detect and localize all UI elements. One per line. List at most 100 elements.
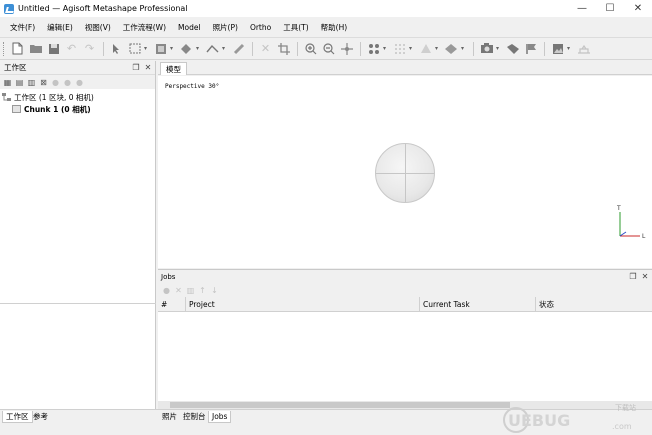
axis-z-label: T bbox=[616, 205, 621, 212]
draw-dropdown-icon[interactable]: ▾ bbox=[222, 45, 227, 52]
trackball-sphere[interactable] bbox=[375, 143, 435, 203]
draw-polyline-icon[interactable] bbox=[204, 40, 221, 57]
menu-workflow[interactable]: 工作流程(W) bbox=[119, 22, 170, 33]
main-toolbar: ↶ ↷ ▾ ▾ ▾ ▾ ✕ ▾ ▾ ▾ ▾ ▾ ▾ bbox=[0, 38, 652, 60]
dense-cloud-icon[interactable] bbox=[391, 40, 408, 57]
axis-indicator: T L bbox=[616, 205, 646, 240]
model-tab-bar: 模型 bbox=[158, 61, 652, 75]
chunk-item[interactable]: Chunk 1 (0 相机) bbox=[0, 103, 155, 115]
zoom-out-icon[interactable] bbox=[320, 40, 337, 57]
tab-workspace[interactable]: 工作区 bbox=[2, 411, 33, 423]
workspace-icon bbox=[2, 93, 11, 101]
mesh-dropdown-icon[interactable]: ▾ bbox=[435, 45, 440, 52]
close-panel-icon[interactable]: ✕ bbox=[640, 272, 650, 282]
merge-chunks-icon[interactable]: ● bbox=[74, 77, 85, 88]
zoom-in-icon[interactable] bbox=[302, 40, 319, 57]
menu-tools[interactable]: 工具(T) bbox=[279, 22, 312, 33]
region-dropdown-icon[interactable]: ▾ bbox=[170, 45, 175, 52]
workspace-tree: 工作区 (1 区块, 0 相机) Chunk 1 (0 相机) bbox=[0, 89, 155, 115]
watermark-caption: 下载站 bbox=[615, 403, 636, 412]
tab-photos[interactable]: 照片 bbox=[159, 411, 180, 423]
menu-help[interactable]: 帮助(H) bbox=[317, 22, 352, 33]
watermark-brand: UEBUG bbox=[508, 411, 570, 430]
tab-model[interactable]: 模型 bbox=[160, 62, 187, 75]
menu-file[interactable]: 文件(F) bbox=[6, 22, 39, 33]
toolbar-separator bbox=[252, 41, 253, 56]
menu-model[interactable]: Model bbox=[174, 23, 205, 32]
chunk-icon bbox=[12, 105, 21, 113]
menu-bar: 文件(F) 编辑(E) 视图(V) 工作流程(W) Model 照片(P) Or… bbox=[0, 17, 652, 38]
navigation-cursor-icon[interactable] bbox=[108, 40, 125, 57]
toolbar-separator bbox=[360, 41, 361, 56]
reset-view-icon[interactable] bbox=[338, 40, 355, 57]
column-project[interactable]: Project bbox=[186, 297, 420, 311]
resize-region-icon[interactable] bbox=[152, 40, 169, 57]
selection-dropdown-icon[interactable]: ▾ bbox=[144, 45, 149, 52]
open-folder-icon[interactable] bbox=[27, 40, 44, 57]
dense-cloud-dropdown-icon[interactable]: ▾ bbox=[409, 45, 414, 52]
column-number[interactable]: # bbox=[158, 297, 186, 311]
point-cloud-icon[interactable] bbox=[365, 40, 382, 57]
stop-job-icon[interactable]: ✕ bbox=[173, 285, 184, 296]
crop-selection-icon[interactable] bbox=[275, 40, 292, 57]
images-dropdown-icon[interactable]: ▾ bbox=[567, 45, 572, 52]
new-document-icon[interactable] bbox=[9, 40, 26, 57]
move-job-up-icon[interactable]: ↑ bbox=[197, 285, 208, 296]
panel-splitter[interactable] bbox=[0, 303, 156, 304]
close-panel-icon[interactable]: ✕ bbox=[143, 63, 153, 73]
enable-camera-icon[interactable]: ● bbox=[50, 77, 61, 88]
minimize-button[interactable]: — bbox=[568, 0, 596, 17]
delete-selection-icon[interactable]: ✕ bbox=[257, 40, 274, 57]
show-images-icon[interactable] bbox=[549, 40, 566, 57]
camera-icon[interactable] bbox=[478, 40, 495, 57]
mesh-icon[interactable] bbox=[417, 40, 434, 57]
redo-icon[interactable]: ↷ bbox=[81, 40, 98, 57]
model-viewport[interactable]: Perspective 30° T L bbox=[158, 76, 652, 268]
float-panel-icon[interactable]: ❐ bbox=[131, 63, 141, 73]
rectangle-selection-icon[interactable] bbox=[126, 40, 143, 57]
window-title: Untitled — Agisoft Metashape Professiona… bbox=[18, 4, 188, 13]
add-folder-icon[interactable]: ▥ bbox=[26, 77, 37, 88]
title-bar: Untitled — Agisoft Metashape Professiona… bbox=[0, 0, 652, 17]
toolbar-grip[interactable] bbox=[3, 41, 6, 56]
toolbar-separator bbox=[297, 41, 298, 56]
add-photos-icon[interactable]: ▤ bbox=[14, 77, 25, 88]
show-shapes-icon[interactable] bbox=[504, 40, 521, 57]
workspace-tree-root[interactable]: 工作区 (1 区块, 0 相机) bbox=[0, 91, 155, 103]
model-dropdown-icon[interactable]: ▾ bbox=[461, 45, 466, 52]
move-job-down-icon[interactable]: ↓ bbox=[209, 285, 220, 296]
close-button[interactable]: ✕ bbox=[624, 0, 652, 17]
chunk-label: Chunk 1 (0 相机) bbox=[24, 104, 91, 114]
show-basemap-icon[interactable] bbox=[575, 40, 592, 57]
ruler-icon[interactable] bbox=[230, 40, 247, 57]
add-chunk-icon[interactable]: ▦ bbox=[2, 77, 13, 88]
remove-items-icon[interactable]: ⊠ bbox=[38, 77, 49, 88]
scrollbar-thumb[interactable] bbox=[170, 402, 510, 408]
menu-photo[interactable]: 照片(P) bbox=[209, 22, 242, 33]
show-markers-icon[interactable] bbox=[522, 40, 539, 57]
menu-view[interactable]: 视图(V) bbox=[81, 22, 115, 33]
float-panel-icon[interactable]: ❐ bbox=[628, 272, 638, 282]
workspace-tree-root-label: 工作区 (1 区块, 0 相机) bbox=[14, 92, 94, 102]
start-job-icon[interactable]: ● bbox=[161, 285, 172, 296]
tab-reference[interactable]: 参考 bbox=[30, 411, 51, 423]
point-cloud-dropdown-icon[interactable]: ▾ bbox=[383, 45, 388, 52]
move-dropdown-icon[interactable]: ▾ bbox=[196, 45, 201, 52]
jobs-table: # Project Current Task 状态 bbox=[158, 297, 652, 401]
textured-model-icon[interactable] bbox=[443, 40, 460, 57]
column-current-task[interactable]: Current Task bbox=[420, 297, 536, 311]
undo-icon[interactable]: ↶ bbox=[63, 40, 80, 57]
metashape-app-icon bbox=[4, 3, 14, 14]
move-object-icon[interactable] bbox=[178, 40, 195, 57]
menu-edit[interactable]: 编辑(E) bbox=[43, 22, 77, 33]
column-status[interactable]: 状态 bbox=[536, 297, 652, 311]
tab-jobs[interactable]: Jobs bbox=[208, 411, 232, 423]
camera-dropdown-icon[interactable]: ▾ bbox=[496, 45, 501, 52]
menu-ortho[interactable]: Ortho bbox=[246, 23, 275, 32]
tab-console[interactable]: 控制台 bbox=[180, 411, 209, 423]
jobs-table-header: # Project Current Task 状态 bbox=[158, 297, 652, 312]
save-icon[interactable] bbox=[45, 40, 62, 57]
maximize-button[interactable]: ☐ bbox=[596, 0, 624, 17]
delete-job-icon[interactable]: ▥ bbox=[185, 285, 196, 296]
disable-camera-icon[interactable]: ● bbox=[62, 77, 73, 88]
